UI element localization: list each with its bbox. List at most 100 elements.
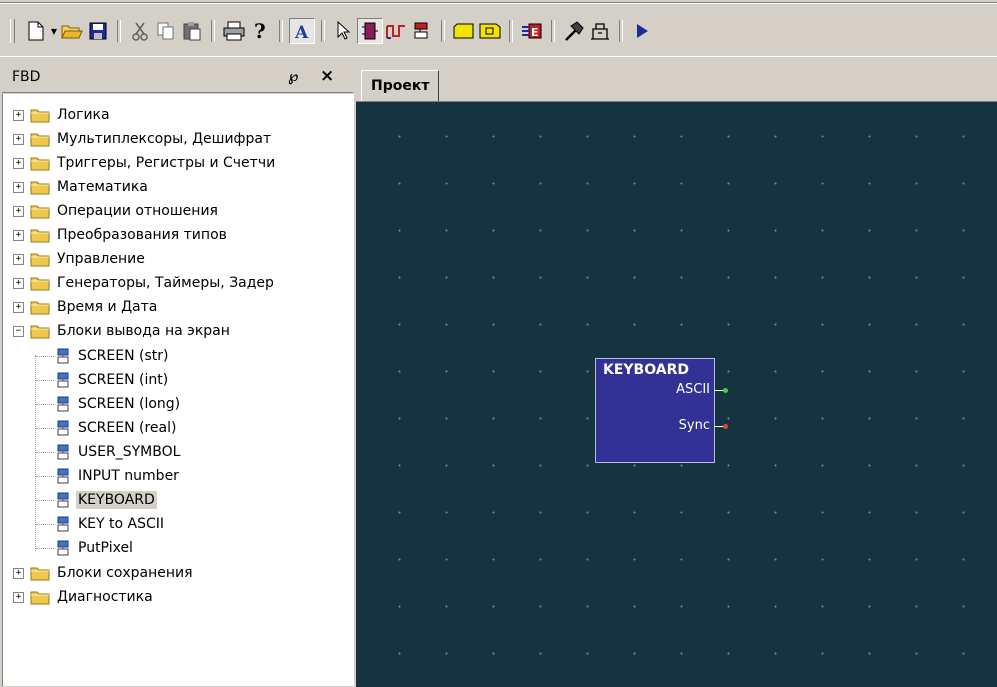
folder-icon [30, 277, 50, 291]
new-icon[interactable] [23, 18, 49, 44]
toolbar: ▼ ? A E [0, 0, 997, 57]
folder-icon [30, 109, 50, 123]
help-icon[interactable]: ? [247, 18, 273, 44]
tree-category[interactable]: + Управление [13, 248, 147, 270]
expand-icon[interactable]: + [13, 181, 24, 193]
toolbar-grip[interactable] [10, 19, 15, 43]
block-tool-icon[interactable] [357, 18, 383, 44]
tab-project[interactable]: Проект [361, 70, 440, 102]
tree-category-label: Математика [57, 179, 148, 195]
tree-category-label: Управление [57, 251, 145, 267]
tree-category-label: Диагностика [57, 589, 153, 605]
expand-icon[interactable]: + [13, 205, 24, 217]
tree-block-label: KEY to ASCII [78, 516, 165, 532]
expand-icon[interactable]: + [13, 133, 24, 145]
save-icon[interactable] [85, 18, 111, 44]
tree-block-item[interactable]: KEY to ASCII [55, 513, 166, 535]
pin-icon[interactable]: ℘ [288, 67, 298, 85]
toolbar-separator [321, 20, 325, 42]
wire-tool-icon[interactable] [383, 18, 409, 44]
expand-icon[interactable]: + [13, 567, 24, 579]
tree-block-item[interactable]: SCREEN (long) [55, 393, 182, 415]
tree-block-item-selected[interactable]: KEYBOARD [55, 489, 157, 511]
pointer-icon[interactable] [331, 18, 357, 44]
block-item-icon [57, 468, 69, 484]
block-item-icon [57, 372, 69, 388]
tree-block-label: SCREEN (long) [78, 396, 181, 412]
tree-category[interactable]: + Блоки сохранения [13, 562, 195, 584]
expand-icon[interactable]: + [13, 591, 24, 603]
folder-icon [30, 181, 50, 195]
output-pin-connector[interactable] [723, 388, 728, 393]
tree-guide-line [36, 428, 54, 430]
folder-icon [30, 133, 50, 147]
paste-icon[interactable] [179, 18, 205, 44]
tree-category-label: Триггеры, Регистры и Счетчи [57, 155, 276, 171]
panel-header: FBD ℘ × [2, 62, 353, 93]
build-icon[interactable] [561, 18, 587, 44]
output-pin-connector[interactable] [723, 424, 728, 429]
tree-block-item[interactable]: SCREEN (str) [55, 345, 170, 367]
tree-category-label: Время и Дата [57, 299, 158, 315]
tree-block-label: SCREEN (real) [78, 420, 177, 436]
collapse-icon[interactable]: − [13, 325, 24, 337]
expand-icon[interactable]: + [13, 229, 24, 241]
open-icon[interactable] [59, 18, 85, 44]
tree-category[interactable]: + Операции отношения [13, 200, 220, 222]
cut-icon[interactable] [127, 18, 153, 44]
fbd-canvas[interactable]: KEYBOARD ASCII Sync [356, 101, 997, 687]
tree-category-label: Логика [57, 107, 110, 123]
tree-block-item[interactable]: SCREEN (real) [55, 417, 178, 439]
toolbar-row: ▼ ? A E [10, 18, 655, 44]
tree-category-expanded[interactable]: − Блоки вывода на экран [13, 320, 232, 342]
expand-icon[interactable]: + [13, 277, 24, 289]
tree-category-label: Мультиплексоры, Дешифрат [57, 131, 272, 147]
tree-category[interactable]: + Триггеры, Регистры и Счетчи [13, 152, 277, 174]
input-block-icon[interactable] [451, 18, 477, 44]
tree-category-label: Операции отношения [57, 203, 218, 219]
tree-category[interactable]: + Время и Дата [13, 296, 159, 318]
fbd-library-panel: FBD ℘ × + Логика + Мультиплексоры, Дешиф… [0, 60, 355, 686]
tree-block-item[interactable]: USER_SYMBOL [55, 441, 182, 463]
tree-guide-line [36, 548, 54, 550]
tree-category[interactable]: + Мультиплексоры, Дешифрат [13, 128, 273, 150]
folder-icon [30, 253, 50, 267]
output-block-icon[interactable] [477, 18, 503, 44]
expand-icon[interactable]: + [13, 157, 24, 169]
tree-category-label: Блоки вывода на экран [57, 323, 230, 339]
tree-block-item[interactable]: SCREEN (int) [55, 369, 170, 391]
copy-icon[interactable] [153, 18, 179, 44]
connect-tool-icon[interactable] [409, 18, 435, 44]
block-name: KEYBOARD [603, 362, 689, 378]
tree-guide-line [36, 452, 54, 454]
run-icon[interactable] [629, 18, 655, 44]
dropdown-arrow-icon[interactable]: ▼ [49, 18, 59, 44]
tree-category[interactable]: + Логика [13, 104, 112, 126]
close-icon[interactable]: × [320, 66, 334, 86]
expand-icon[interactable]: + [13, 253, 24, 265]
print-icon[interactable] [221, 18, 247, 44]
module-icon[interactable]: E [519, 18, 545, 44]
block-library-tree[interactable]: + Логика + Мультиплексоры, Дешифрат + Тр… [2, 94, 354, 686]
function-block-keyboard[interactable]: KEYBOARD ASCII Sync [595, 358, 715, 463]
tree-block-item[interactable]: PutPixel [55, 537, 135, 559]
folder-icon [30, 157, 50, 171]
toolbar-separator [509, 20, 513, 42]
compile-icon[interactable] [587, 18, 613, 44]
block-item-icon [57, 420, 69, 436]
tree-block-item[interactable]: INPUT number [55, 465, 181, 487]
svg-text:A: A [294, 23, 309, 40]
toolbar-separator [619, 20, 623, 42]
toolbar-separator [211, 20, 215, 42]
tree-category[interactable]: + Математика [13, 176, 150, 198]
expand-icon[interactable]: + [13, 301, 24, 313]
text-tool-icon[interactable]: A [289, 18, 315, 44]
tree-category-label: Генераторы, Таймеры, Задер [57, 275, 274, 291]
tree-category[interactable]: + Преобразования типов [13, 224, 229, 246]
tree-guide-line [36, 476, 54, 478]
expand-icon[interactable]: + [13, 109, 24, 121]
tree-category[interactable]: + Генераторы, Таймеры, Задер [13, 272, 276, 294]
block-item-icon [57, 516, 69, 532]
toolbar-separator [441, 20, 445, 42]
tree-category[interactable]: + Диагностика [13, 586, 155, 608]
